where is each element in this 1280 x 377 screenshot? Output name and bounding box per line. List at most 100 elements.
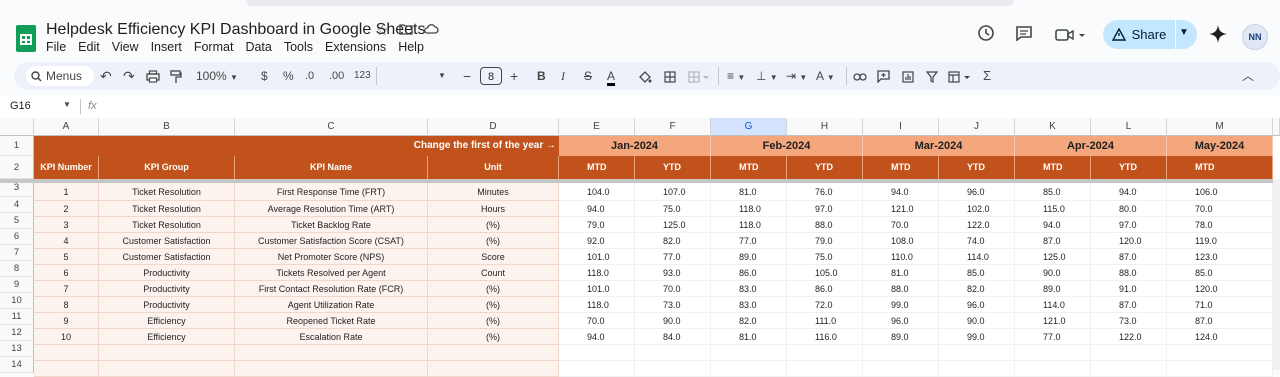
table-cell[interactable]: 118.0 [711, 217, 787, 233]
row-header-12[interactable]: 12 [0, 325, 34, 341]
table-cell[interactable]: 81.0 [711, 329, 787, 345]
empty-cell[interactable] [1015, 361, 1091, 377]
table-cell[interactable]: 1 [34, 183, 99, 201]
row-header-14[interactable]: 14 [0, 357, 34, 373]
month-header[interactable]: Jan-2024 [559, 136, 711, 156]
print-icon[interactable] [146, 62, 160, 90]
table-cell[interactable]: 87.0 [1015, 233, 1091, 249]
period-header[interactable]: YTD [635, 156, 711, 179]
table-cell[interactable]: 82.0 [635, 233, 711, 249]
table-cell[interactable]: (%) [428, 281, 559, 297]
table-cell[interactable]: 80.0 [1091, 201, 1167, 217]
table-cell[interactable]: 90.0 [635, 313, 711, 329]
empty-cell[interactable] [235, 361, 428, 377]
table-cell[interactable]: 99.0 [863, 297, 939, 313]
month-header[interactable]: Apr-2024 [1015, 136, 1167, 156]
text-rotation-icon[interactable]: A ▼ [816, 62, 835, 90]
table-cell[interactable]: 88.0 [787, 217, 863, 233]
table-cell[interactable]: 5 [34, 249, 99, 265]
column-header-i[interactable]: I [863, 118, 939, 136]
table-cell[interactable]: 114.0 [939, 249, 1015, 265]
table-cell[interactable]: Agent Utilization Rate [235, 297, 428, 313]
table-cell[interactable]: 101.0 [559, 281, 635, 297]
period-header[interactable]: MTD [863, 156, 939, 179]
menu-file[interactable]: File [46, 40, 66, 54]
table-cell[interactable]: 106.0 [1167, 183, 1273, 201]
column-header-l[interactable]: L [1091, 118, 1167, 136]
table-cell[interactable]: 125.0 [635, 217, 711, 233]
increase-decimal-button[interactable]: .00 [329, 62, 344, 90]
column-header-d[interactable]: D [428, 118, 559, 136]
table-cell[interactable]: 105.0 [787, 265, 863, 281]
fill-color-icon[interactable] [638, 62, 652, 90]
table-cell[interactable]: 89.0 [711, 249, 787, 265]
table-cell[interactable]: (%) [428, 217, 559, 233]
table-cell[interactable]: 70.0 [635, 281, 711, 297]
comments-icon[interactable] [1015, 25, 1033, 46]
italic-icon[interactable]: I [561, 62, 565, 90]
cloud-status-icon[interactable] [423, 22, 439, 39]
period-header[interactable]: YTD [939, 156, 1015, 179]
merge-cells-icon[interactable] [688, 62, 710, 90]
table-cell[interactable]: 94.0 [863, 183, 939, 201]
menu-insert[interactable]: Insert [151, 40, 182, 54]
table-cell[interactable]: 121.0 [1015, 313, 1091, 329]
table-cell[interactable]: 71.0 [1167, 297, 1273, 313]
table-cell[interactable]: Customer Satisfaction [99, 233, 235, 249]
table-cell[interactable]: 107.0 [635, 183, 711, 201]
more-formats-button[interactable]: 123 [354, 62, 371, 90]
collapse-toolbar-icon[interactable]: ︿ [1242, 62, 1254, 90]
table-cell[interactable]: Productivity [99, 265, 235, 281]
insert-comment-icon[interactable] [877, 62, 890, 90]
empty-cell[interactable] [428, 345, 559, 361]
table-cell[interactable]: 79.0 [787, 233, 863, 249]
empty-cell[interactable] [939, 361, 1015, 377]
period-header[interactable]: MTD [1015, 156, 1091, 179]
table-cell[interactable]: 83.0 [711, 281, 787, 297]
empty-cell[interactable] [863, 361, 939, 377]
column-header-f[interactable]: F [635, 118, 711, 136]
table-cell[interactable]: 110.0 [863, 249, 939, 265]
empty-cell[interactable] [1091, 345, 1167, 361]
table-cell[interactable]: 108.0 [863, 233, 939, 249]
table-cell[interactable]: 93.0 [635, 265, 711, 281]
share-button[interactable]: Share ▼ [1103, 20, 1197, 49]
empty-cell[interactable] [34, 345, 99, 361]
horizontal-align-icon[interactable]: ≡ ▼ [727, 62, 745, 90]
table-cell[interactable]: 91.0 [1091, 281, 1167, 297]
share-dropdown-icon[interactable]: ▼ [1179, 27, 1189, 38]
table-cell[interactable]: 90.0 [1015, 265, 1091, 281]
period-header[interactable]: MTD [559, 156, 635, 179]
table-cell[interactable]: 82.0 [939, 281, 1015, 297]
menu-view[interactable]: View [112, 40, 139, 54]
table-cell[interactable]: 90.0 [939, 313, 1015, 329]
menu-format[interactable]: Format [194, 40, 234, 54]
table-cell[interactable]: First Response Time (FRT) [235, 183, 428, 201]
table-cell[interactable]: 10 [34, 329, 99, 345]
table-cell[interactable]: 75.0 [635, 201, 711, 217]
table-cell[interactable]: 111.0 [787, 313, 863, 329]
table-cell[interactable]: 99.0 [939, 329, 1015, 345]
column-header-k[interactable]: K [1015, 118, 1091, 136]
table-cell[interactable]: Customer Satisfaction [99, 249, 235, 265]
table-cell[interactable]: 96.0 [939, 297, 1015, 313]
period-header[interactable]: MTD [711, 156, 787, 179]
month-header[interactable]: May-2024 [1167, 136, 1273, 156]
avatar[interactable]: NN [1242, 24, 1268, 50]
table-cell[interactable]: 120.0 [1091, 233, 1167, 249]
empty-cell[interactable] [1015, 345, 1091, 361]
table-cell[interactable]: Efficiency [99, 313, 235, 329]
table-cell[interactable]: 86.0 [711, 265, 787, 281]
row-header-4[interactable]: 4 [0, 197, 34, 213]
row-header-13[interactable]: 13 [0, 341, 34, 357]
table-cell[interactable]: 6 [34, 265, 99, 281]
period-header[interactable]: YTD [1091, 156, 1167, 179]
table-cell[interactable]: Ticket Resolution [99, 201, 235, 217]
table-cell[interactable]: Net Promoter Score (NPS) [235, 249, 428, 265]
document-title[interactable]: Helpdesk Efficiency KPI Dashboard in Goo… [46, 21, 425, 39]
empty-cell[interactable] [559, 345, 635, 361]
table-cell[interactable]: 116.0 [787, 329, 863, 345]
functions-icon[interactable]: Σ [983, 62, 991, 90]
font-size-input[interactable]: 8 [480, 67, 502, 85]
table-cell[interactable]: 87.0 [1167, 313, 1273, 329]
